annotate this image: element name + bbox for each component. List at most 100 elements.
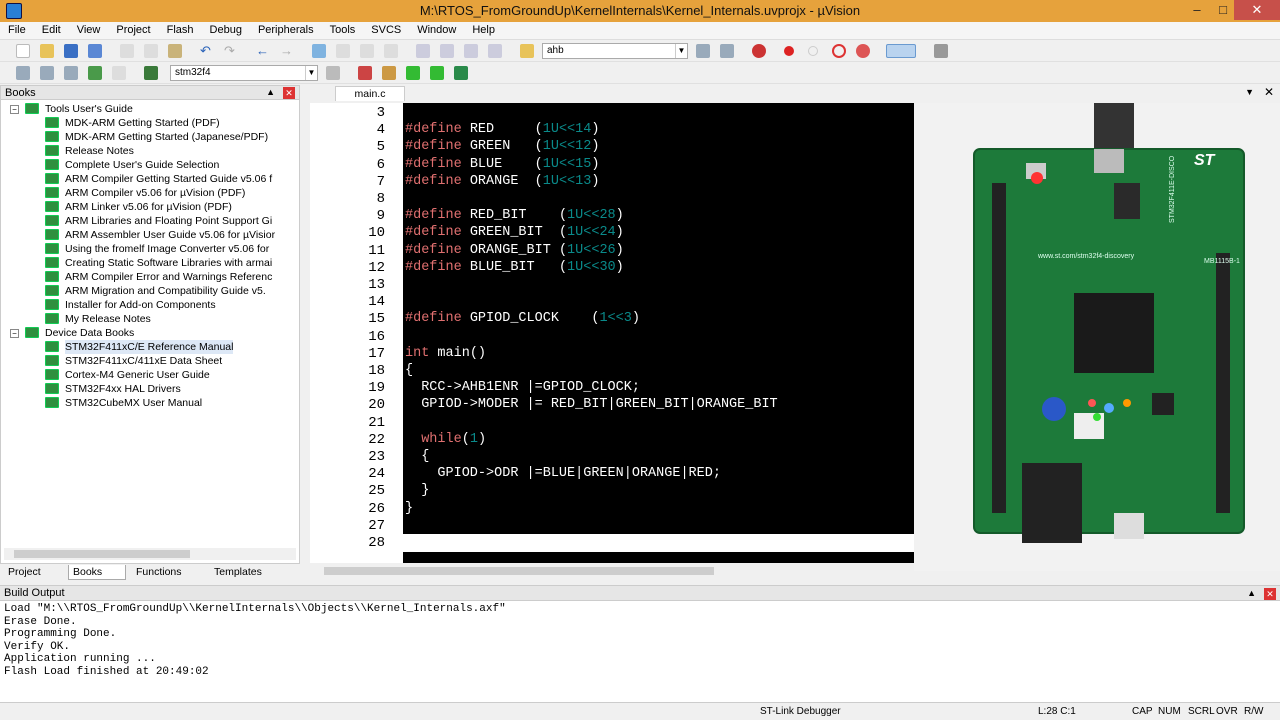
menu-tools[interactable]: Tools — [322, 22, 364, 36]
tab-project[interactable]: Project — [4, 565, 41, 580]
configure-icon[interactable] — [934, 44, 948, 58]
paste-icon[interactable] — [168, 44, 182, 58]
close-panel-icon[interactable]: ✕ — [1264, 588, 1276, 600]
tree-item[interactable]: Creating Static Software Libraries with … — [1, 256, 299, 270]
build-icon[interactable] — [40, 66, 54, 80]
uncomment-icon[interactable] — [488, 44, 502, 58]
tab-templates[interactable]: Templates — [210, 565, 262, 580]
menu-debug[interactable]: Debug — [202, 22, 250, 36]
editor-horizontal-scrollbar[interactable] — [312, 565, 915, 577]
close-button[interactable]: ✕ — [1234, 0, 1280, 20]
tree-item[interactable]: ARM Linker v5.06 for µVision (PDF) — [1, 200, 299, 214]
tree-item[interactable]: ARM Assembler User Guide v5.06 for µVisi… — [1, 228, 299, 242]
find-icon[interactable] — [696, 44, 710, 58]
tree-item[interactable]: MDK-ARM Getting Started (Japanese/PDF) — [1, 130, 299, 144]
tree-item[interactable]: MDK-ARM Getting Started (PDF) — [1, 116, 299, 130]
tab-functions[interactable]: Functions — [132, 565, 182, 580]
select-packs-icon[interactable] — [382, 66, 396, 80]
open-folder-icon[interactable] — [40, 44, 54, 58]
navigate-forward-icon[interactable]: → — [280, 44, 294, 58]
scrollbar-thumb[interactable] — [14, 550, 190, 558]
cut-icon[interactable] — [120, 44, 134, 58]
menu-help[interactable]: Help — [464, 22, 503, 36]
copy-icon[interactable] — [144, 44, 158, 58]
component-icon[interactable] — [454, 66, 468, 80]
menu-svcs[interactable]: SVCS — [363, 22, 409, 36]
tree-item[interactable]: ARM Compiler Error and Warnings Referenc — [1, 270, 299, 284]
next-bookmark-icon[interactable] — [360, 44, 374, 58]
target-combo[interactable]: stm32f4 ▼ — [170, 65, 318, 81]
target-options-icon[interactable] — [326, 66, 340, 80]
menu-peripherals[interactable]: Peripherals — [250, 22, 322, 36]
save-all-icon[interactable] — [88, 44, 102, 58]
indent-icon[interactable] — [416, 44, 430, 58]
code-editor[interactable]: #define RED (1U<<14) #define GREEN (1U<<1… — [403, 103, 914, 563]
menu-project[interactable]: Project — [108, 22, 158, 36]
books-horizontal-scrollbar[interactable] — [4, 548, 296, 560]
menu-window[interactable]: Window — [409, 22, 464, 36]
enable-breakpoint-icon[interactable] — [808, 46, 818, 56]
undo-icon[interactable]: ↶ — [200, 44, 214, 58]
navigate-back-icon[interactable]: ← — [256, 44, 270, 58]
tree-item[interactable]: ARM Compiler Getting Started Guide v5.06… — [1, 172, 299, 186]
tree-item[interactable]: ARM Libraries and Floating Point Support… — [1, 214, 299, 228]
tree-item[interactable]: My Release Notes — [1, 312, 299, 326]
tree-group[interactable]: − Tools User's Guide — [1, 102, 299, 116]
line-number: 27 — [368, 517, 385, 534]
tree-item[interactable]: Installer for Add-on Components — [1, 298, 299, 312]
bookmark-icon[interactable] — [312, 44, 326, 58]
tree-item[interactable]: ARM Migration and Compatibility Guide v5… — [1, 284, 299, 298]
collapse-icon[interactable]: − — [10, 329, 19, 338]
redo-icon[interactable]: ↷ — [224, 44, 238, 58]
download-icon[interactable] — [144, 66, 158, 80]
tree-item[interactable]: Release Notes — [1, 144, 299, 158]
disable-breakpoints-icon[interactable] — [832, 44, 846, 58]
tree-item[interactable]: Using the fromelf Image Converter v5.06 … — [1, 242, 299, 256]
breakpoint-icon[interactable] — [784, 46, 794, 56]
find-combo[interactable]: ahb ▼ — [542, 43, 688, 59]
incremental-find-icon[interactable] — [720, 44, 734, 58]
tab-main-c[interactable]: main.c — [335, 86, 405, 101]
menu-edit[interactable]: Edit — [34, 22, 69, 36]
tab-books[interactable]: Books — [68, 565, 126, 580]
new-file-icon[interactable] — [16, 44, 30, 58]
pin-icon[interactable]: ▲ — [1247, 588, 1256, 598]
find-in-files-icon[interactable] — [520, 44, 534, 58]
chevron-down-icon[interactable]: ▼ — [1245, 87, 1254, 97]
stop-build-icon[interactable] — [112, 66, 126, 80]
close-tab-icon[interactable]: ✕ — [1264, 85, 1274, 99]
menu-view[interactable]: View — [69, 22, 109, 36]
pin-icon[interactable]: ▲ — [266, 87, 275, 97]
menu-file[interactable]: File — [0, 22, 34, 36]
start-debug-icon[interactable] — [752, 44, 766, 58]
kill-breakpoints-icon[interactable] — [856, 44, 870, 58]
window-layout-icon[interactable] — [886, 44, 916, 58]
tree-item[interactable]: Cortex-M4 Generic User Guide — [1, 368, 299, 382]
manage-rte-icon[interactable] — [406, 66, 420, 80]
unindent-icon[interactable] — [440, 44, 454, 58]
prev-bookmark-icon[interactable] — [336, 44, 350, 58]
translate-icon[interactable] — [16, 66, 30, 80]
batch-build-icon[interactable] — [88, 66, 102, 80]
save-icon[interactable] — [64, 44, 78, 58]
scrollbar-thumb[interactable] — [324, 567, 714, 575]
tree-item[interactable]: STM32CubeMX User Manual — [1, 396, 299, 410]
tree-group[interactable]: − Device Data Books — [1, 326, 299, 340]
code-keyword: #define — [405, 242, 462, 258]
collapse-icon[interactable]: − — [10, 105, 19, 114]
comment-icon[interactable] — [464, 44, 478, 58]
rebuild-icon[interactable] — [64, 66, 78, 80]
clear-bookmarks-icon[interactable] — [384, 44, 398, 58]
pack-installer-icon[interactable] — [430, 66, 444, 80]
tree-item[interactable]: STM32F411xC/E Reference Manual — [1, 340, 299, 354]
chevron-down-icon[interactable]: ▼ — [305, 66, 317, 80]
manage-project-icon[interactable] — [358, 66, 372, 80]
book-icon — [45, 341, 59, 352]
chevron-down-icon[interactable]: ▼ — [675, 44, 687, 58]
tree-item[interactable]: Complete User's Guide Selection — [1, 158, 299, 172]
tree-item[interactable]: ARM Compiler v5.06 for µVision (PDF) — [1, 186, 299, 200]
tree-item[interactable]: STM32F4xx HAL Drivers — [1, 382, 299, 396]
close-panel-icon[interactable]: ✕ — [283, 87, 295, 99]
menu-flash[interactable]: Flash — [159, 22, 202, 36]
tree-item[interactable]: STM32F411xC/411xE Data Sheet — [1, 354, 299, 368]
